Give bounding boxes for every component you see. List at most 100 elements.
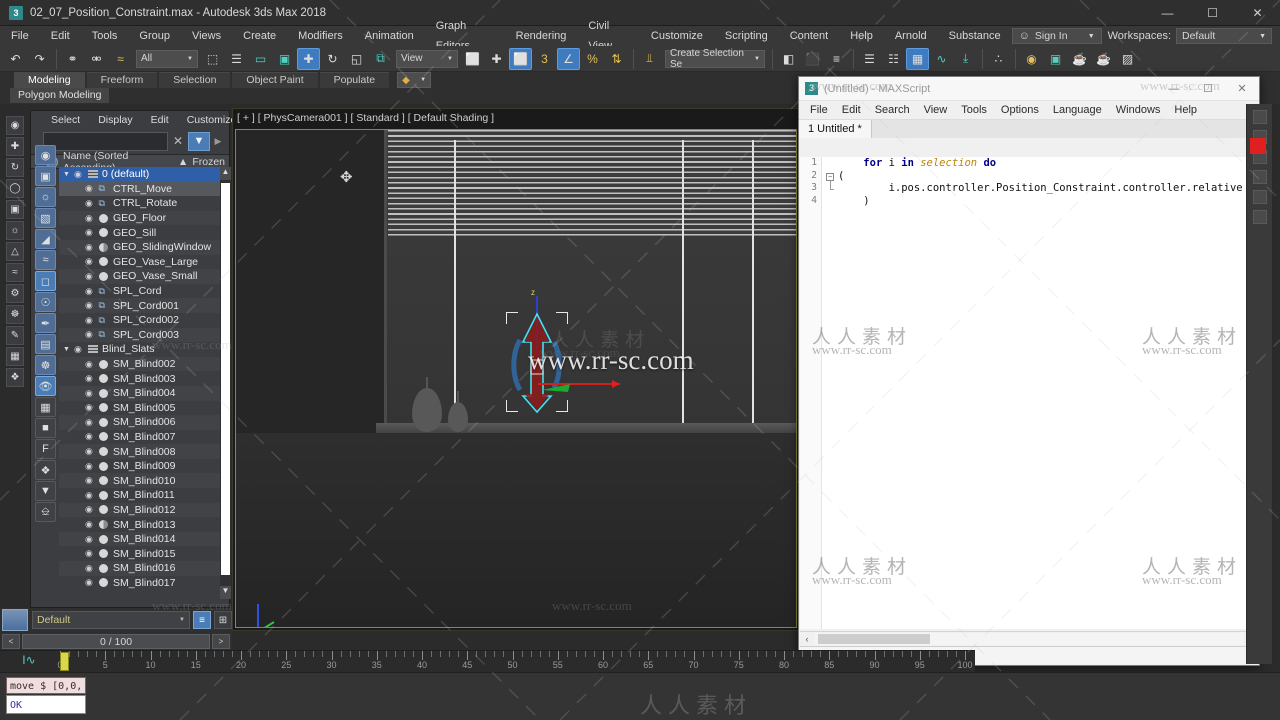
menu-substance[interactable]: Substance — [938, 26, 1012, 46]
explorer-row-sm-blind010[interactable]: ◉ SM_Blind010 — [59, 473, 231, 489]
display-tool-icon[interactable]: ▦ — [6, 347, 24, 366]
maxscript-menu-options[interactable]: Options — [994, 104, 1046, 116]
explorer-row-sm-blind007[interactable]: ◉ SM_Blind007 — [59, 430, 231, 445]
explorer-menu-edit[interactable]: Edit — [143, 114, 177, 126]
explorer-row-sm-blind008[interactable]: ◉ SM_Blind008 — [59, 444, 231, 459]
filter-all-icon[interactable]: ◉ — [35, 145, 56, 165]
explorer-menu-display[interactable]: Display — [90, 114, 140, 126]
mirror-button[interactable]: ◧ — [777, 48, 800, 70]
code-folding-margin[interactable]: − — [824, 157, 838, 629]
expand-collapse-icon[interactable]: ▼ — [63, 346, 74, 353]
explorer-row-sm-blind015[interactable]: ◉ SM_Blind015 — [59, 546, 231, 561]
visibility-eye-icon[interactable]: ◉ — [85, 431, 97, 442]
edit-named-selection-sets-button[interactable]: ⫫ — [638, 48, 661, 70]
particle-view-button[interactable]: ∴ — [987, 48, 1010, 70]
scene-explorer-scrollbar[interactable]: ▲ ▼ — [220, 167, 231, 599]
select-and-manipulate-button[interactable]: ✚ — [485, 48, 508, 70]
select-and-move-button[interactable]: ✚ — [297, 47, 320, 70]
light-tool-icon[interactable]: ☼ — [6, 221, 24, 240]
use-pivot-point-center-button[interactable]: ⬜ — [461, 48, 484, 70]
visibility-eye-icon[interactable]: ◉ — [85, 417, 97, 428]
visibility-eye-icon[interactable]: ◉ — [85, 183, 97, 194]
fold-toggle-icon[interactable]: − — [826, 172, 834, 181]
sign-in-dropdown[interactable]: ☺ Sign In ▼ — [1011, 28, 1102, 44]
maxscript-menu-help[interactable]: Help — [1167, 104, 1204, 116]
explorer-row-geo-sill[interactable]: ◉ GEO_Sill — [59, 225, 231, 240]
timeline-track-bar[interactable]: I∿ 0510152025303540455055606570758085909… — [0, 650, 975, 672]
menu-modifiers[interactable]: Modifiers — [287, 26, 354, 46]
camera-tool-icon[interactable]: ▣ — [6, 200, 24, 219]
render-in-active-view-button[interactable]: ▨ — [1116, 48, 1139, 70]
visibility-eye-icon[interactable]: ◉ — [85, 461, 97, 472]
maxscript-menu-file[interactable]: File — [803, 104, 835, 116]
visibility-eye-icon[interactable]: ◉ — [85, 577, 97, 588]
scrollbar-thumb[interactable] — [221, 183, 230, 575]
filter-cameras-icon[interactable]: ▧ — [35, 208, 56, 228]
visibility-eye-icon[interactable]: ◉ — [74, 344, 86, 355]
explorer-row-sm-blind017[interactable]: ◉ SM_Blind017 — [59, 576, 231, 591]
frozen-flag-icon[interactable]: F — [35, 439, 56, 459]
viewport-canvas[interactable]: z ✥ — [235, 129, 797, 628]
explorer-row-geo-vase-small[interactable]: ◉ GEO_Vase_Small — [59, 269, 231, 284]
visibility-eye-icon[interactable]: ◉ — [85, 300, 97, 311]
maxscript-mini-listener-input[interactable]: move $ [0,0, — [6, 677, 86, 694]
window-crossing-toggle[interactable]: ▣ — [273, 48, 296, 70]
ribbon-toggle-button[interactable]: ▦ — [906, 47, 929, 70]
selection-filter-dropdown[interactable]: All ▼ — [136, 49, 198, 68]
frame-range-display[interactable]: 0 / 100 — [22, 633, 210, 649]
maxscript-menu-search[interactable]: Search — [868, 104, 917, 116]
select-and-rotate-button[interactable]: ↻ — [321, 48, 344, 70]
layer-explorer-button[interactable]: ≡ — [825, 48, 848, 70]
previous-frame-button[interactable]: < — [2, 633, 20, 649]
render-setup-button[interactable]: ▣ — [1044, 48, 1067, 70]
layer-color-swatch[interactable] — [2, 609, 28, 631]
tab-untitled[interactable]: 1 Untitled * — [799, 120, 872, 138]
render-iterative-button[interactable]: ☕ — [1092, 48, 1115, 70]
clear-filter-icon[interactable]: ❖ — [35, 460, 56, 480]
explorer-row-sm-blind004[interactable]: ◉ SM_Blind004 — [59, 385, 231, 401]
explorer-menu-select[interactable]: Select — [43, 114, 88, 126]
layer-manager-icon[interactable]: ≡ — [193, 611, 211, 629]
visibility-eye-icon[interactable]: ◉ — [85, 286, 97, 297]
visibility-eye-icon[interactable]: ◉ — [74, 169, 86, 180]
filter-xrefs-icon[interactable]: ☸ — [35, 355, 56, 375]
explorer-row-sm-blind009[interactable]: ◉ SM_Blind009 — [59, 459, 231, 474]
visibility-eye-icon[interactable]: ◉ — [85, 504, 97, 515]
explorer-row-geo-vase-large[interactable]: ◉ GEO_Vase_Large — [59, 255, 231, 270]
maxscript-menu-windows[interactable]: Windows — [1109, 104, 1168, 116]
explorer-row-sm-blind002[interactable]: ◉ SM_Blind002 — [59, 356, 231, 372]
workspace-select[interactable]: Default ▼ — [1176, 28, 1272, 44]
maxscript-editor-window[interactable]: 3 (Untitled) - MAXScript — ☐ ✕ File Edit… — [798, 76, 1260, 666]
search-input[interactable] — [43, 131, 168, 151]
explorer-row-sm-blind013[interactable]: ◉ SM_Blind013 — [59, 517, 231, 532]
visibility-eye-icon[interactable]: ◉ — [85, 446, 97, 457]
scale-tool-icon[interactable]: ◯ — [6, 179, 24, 198]
undo-button[interactable]: ↶ — [4, 48, 27, 70]
unlink-selection-button[interactable]: ⚮ — [85, 48, 108, 70]
lock-selection-icon[interactable]: ⎒ — [35, 502, 56, 522]
menu-arnold[interactable]: Arnold — [884, 26, 938, 46]
select-and-link-button[interactable]: ⚭ — [61, 48, 84, 70]
material-editor-button[interactable]: ◉ — [1020, 48, 1043, 70]
hscroll-left-arrow[interactable]: ‹ — [800, 634, 814, 644]
utilities-tool-icon[interactable]: ❖ — [6, 368, 24, 387]
explorer-row-spl-cord001[interactable]: ◉ ⧉ SPL_Cord001 — [59, 298, 231, 313]
visibility-eye-icon[interactable]: ◉ — [85, 198, 97, 209]
align-button[interactable]: ⬛ — [801, 48, 824, 70]
menu-group[interactable]: Group — [128, 26, 181, 46]
select-and-scale-button[interactable]: ◱ — [345, 48, 368, 70]
expand-collapse-icon[interactable]: ▼ — [63, 171, 74, 178]
menu-views[interactable]: Views — [181, 26, 232, 46]
visibility-eye-icon[interactable]: ◉ — [85, 329, 97, 340]
rotate-tool-icon[interactable]: ↻ — [6, 158, 24, 177]
spacewarp-tool-icon[interactable]: ≈ — [6, 263, 24, 282]
select-by-name-button[interactable]: ☰ — [225, 48, 248, 70]
explorer-row-0-default-[interactable]: ▼ ◉ 0 (default) — [59, 167, 231, 182]
close-button[interactable]: ✕ — [1235, 0, 1280, 26]
maxscript-menu-tools[interactable]: Tools — [954, 104, 994, 116]
visibility-eye-icon[interactable]: ◉ — [85, 213, 97, 224]
explorer-row-sm-blind011[interactable]: ◉ SM_Blind011 — [59, 488, 231, 503]
explorer-row-spl-cord002[interactable]: ◉ ⧉ SPL_Cord002 — [59, 313, 231, 328]
maxscript-code-editor[interactable]: 1 2 3 4 − for i in selection do( i.pos.c… — [800, 157, 1258, 629]
filter-helpers-icon[interactable]: ◢ — [35, 229, 56, 249]
